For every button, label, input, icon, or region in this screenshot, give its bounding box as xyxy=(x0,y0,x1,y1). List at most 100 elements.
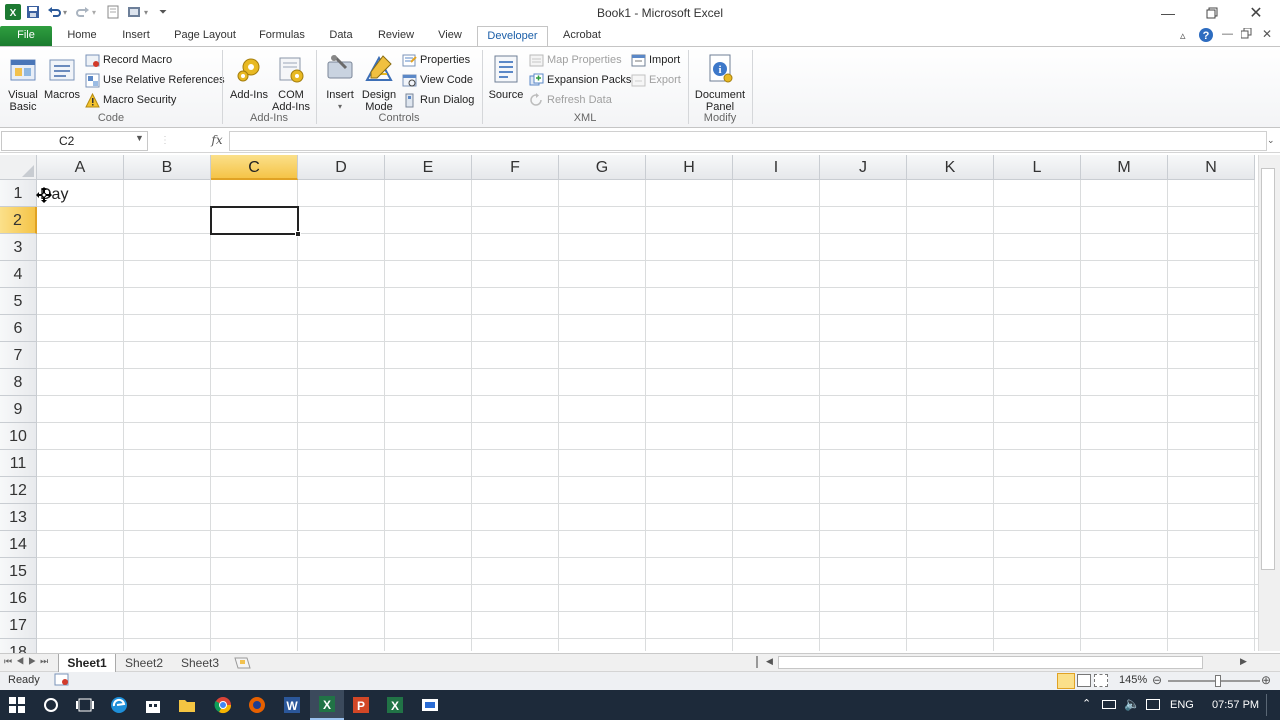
row-header-7[interactable]: 7 xyxy=(0,342,37,369)
xml-import-button[interactable]: Import xyxy=(631,51,680,69)
active-cell-c2[interactable] xyxy=(210,206,299,235)
task-view-icon[interactable] xyxy=(68,690,102,720)
scroll-left-icon[interactable]: ◀ xyxy=(766,656,773,667)
cortana-icon[interactable] xyxy=(34,690,68,720)
tab-home[interactable]: Home xyxy=(60,26,104,47)
firefox-icon[interactable] xyxy=(240,690,274,720)
column-header-a[interactable]: A xyxy=(37,155,124,180)
row-header-13[interactable]: 13 xyxy=(0,504,37,531)
restore-icon[interactable] xyxy=(1190,0,1234,26)
formula-bar-splitter[interactable]: ⋮ xyxy=(160,135,200,147)
tab-data[interactable]: Data xyxy=(322,26,360,47)
select-all-corner[interactable] xyxy=(0,155,37,180)
tab-file[interactable]: File xyxy=(0,26,52,47)
zoom-level[interactable]: 145% xyxy=(1119,674,1147,686)
sheet-tab-2[interactable]: Sheet2 xyxy=(116,654,172,672)
tab-formulas[interactable]: Formulas xyxy=(253,26,311,47)
row-header-15[interactable]: 15 xyxy=(0,558,37,585)
add-ins-button[interactable]: Add-Ins xyxy=(228,52,270,101)
chrome-icon[interactable] xyxy=(206,690,240,720)
record-macro-button[interactable]: Record Macro xyxy=(85,51,172,69)
zoom-slider-thumb[interactable] xyxy=(1215,675,1221,687)
row-header-5[interactable]: 5 xyxy=(0,288,37,315)
row-header-14[interactable]: 14 xyxy=(0,531,37,558)
column-header-g[interactable]: G xyxy=(559,155,646,180)
row-header-2[interactable]: 2 xyxy=(0,207,37,234)
column-header-l[interactable]: L xyxy=(994,155,1081,180)
row-header-10[interactable]: 10 xyxy=(0,423,37,450)
video-recorder-icon[interactable] xyxy=(413,690,447,720)
sheet-tab-3[interactable]: Sheet3 xyxy=(172,654,228,672)
insert-controls-button[interactable]: Insert ▾ xyxy=(320,52,360,113)
column-header-j[interactable]: J xyxy=(820,155,907,180)
minimize-ribbon-icon[interactable]: ▵ xyxy=(1180,29,1186,42)
xml-source-button[interactable]: Source xyxy=(486,52,526,101)
refresh-data-button[interactable]: Refresh Data xyxy=(529,91,612,109)
volume-icon[interactable]: 🔈 xyxy=(1124,696,1140,712)
column-header-d[interactable]: D xyxy=(298,155,385,180)
insert-function-button[interactable]: fx xyxy=(206,131,228,151)
macro-security-button[interactable]: Macro Security xyxy=(85,91,176,109)
design-mode-button[interactable]: Design Mode xyxy=(360,52,398,113)
excel-second-icon[interactable]: X xyxy=(378,690,412,720)
row-header-3[interactable]: 3 xyxy=(0,234,37,261)
view-code-button[interactable]: View Code xyxy=(402,71,473,89)
sheet-nav-icons[interactable]: ⏮◀▶⏭ xyxy=(4,656,52,667)
worksheet-grid[interactable] xyxy=(0,155,1258,651)
file-explorer-icon[interactable] xyxy=(170,690,204,720)
powerpoint-icon[interactable]: P xyxy=(344,690,378,720)
fill-handle[interactable] xyxy=(295,231,301,237)
page-layout-view-icon[interactable] xyxy=(1077,674,1091,687)
tab-view[interactable]: View xyxy=(432,26,468,47)
row-header-4[interactable]: 4 xyxy=(0,261,37,288)
column-header-k[interactable]: K xyxy=(907,155,994,180)
input-language[interactable]: ENG xyxy=(1170,699,1194,711)
column-header-e[interactable]: E xyxy=(385,155,472,180)
normal-view-icon[interactable] xyxy=(1057,673,1075,689)
row-header-11[interactable]: 11 xyxy=(0,450,37,477)
expansion-packs-button[interactable]: Expansion Packs xyxy=(529,71,631,89)
word-icon[interactable]: W xyxy=(275,690,309,720)
scroll-right-icon[interactable]: ▶ xyxy=(1240,656,1247,667)
insert-worksheet-icon[interactable] xyxy=(232,655,252,674)
column-header-f[interactable]: F xyxy=(472,155,559,180)
page-break-view-icon[interactable] xyxy=(1094,674,1108,687)
battery-icon[interactable] xyxy=(1102,700,1116,709)
row-header-1[interactable]: 1 xyxy=(0,180,37,207)
store-icon[interactable] xyxy=(136,690,170,720)
tab-insert[interactable]: Insert xyxy=(114,26,158,47)
row-header-12[interactable]: 12 xyxy=(0,477,37,504)
vertical-scroll-thumb[interactable] xyxy=(1261,168,1275,570)
tab-review[interactable]: Review xyxy=(372,26,420,47)
name-box-dropdown-icon[interactable]: ▼ xyxy=(135,133,144,143)
tab-developer[interactable]: Developer xyxy=(477,26,548,47)
expand-formula-bar-icon[interactable]: ⌄ xyxy=(1267,135,1275,146)
show-desktop-button[interactable] xyxy=(1266,694,1276,716)
properties-button[interactable]: Properties xyxy=(402,51,470,69)
column-header-i[interactable]: I xyxy=(733,155,820,180)
document-panel-button[interactable]: i Document Panel xyxy=(692,52,748,113)
horizontal-scroll-thumb[interactable] xyxy=(778,656,1203,669)
excel-taskbar-icon[interactable]: X xyxy=(310,690,344,720)
zoom-in-icon[interactable]: ⊕ xyxy=(1261,673,1271,687)
row-header-8[interactable]: 8 xyxy=(0,369,37,396)
macro-recording-icon[interactable] xyxy=(54,673,70,690)
xml-export-button[interactable]: Export xyxy=(631,71,681,89)
column-header-b[interactable]: B xyxy=(124,155,211,180)
workbook-close-icon[interactable]: ✕ xyxy=(1262,27,1272,41)
map-properties-button[interactable]: Map Properties xyxy=(529,51,622,69)
use-relative-references-button[interactable]: Use Relative References xyxy=(85,71,225,89)
column-header-m[interactable]: M xyxy=(1081,155,1168,180)
visual-basic-button[interactable]: Visual Basic xyxy=(2,52,44,113)
network-icon[interactable] xyxy=(1146,699,1160,710)
name-box[interactable]: C2 xyxy=(1,131,148,151)
column-header-c[interactable]: C xyxy=(211,155,298,180)
tab-split-handle[interactable] xyxy=(756,656,760,668)
minimize-icon[interactable]: — xyxy=(1146,0,1190,26)
formula-input[interactable] xyxy=(229,131,1267,151)
close-icon[interactable]: ✕ xyxy=(1234,0,1278,26)
row-header-16[interactable]: 16 xyxy=(0,585,37,612)
windows-start-icon[interactable] xyxy=(0,690,34,720)
tab-acrobat[interactable]: Acrobat xyxy=(556,26,608,47)
sheet-tab-1[interactable]: Sheet1 xyxy=(58,654,116,672)
